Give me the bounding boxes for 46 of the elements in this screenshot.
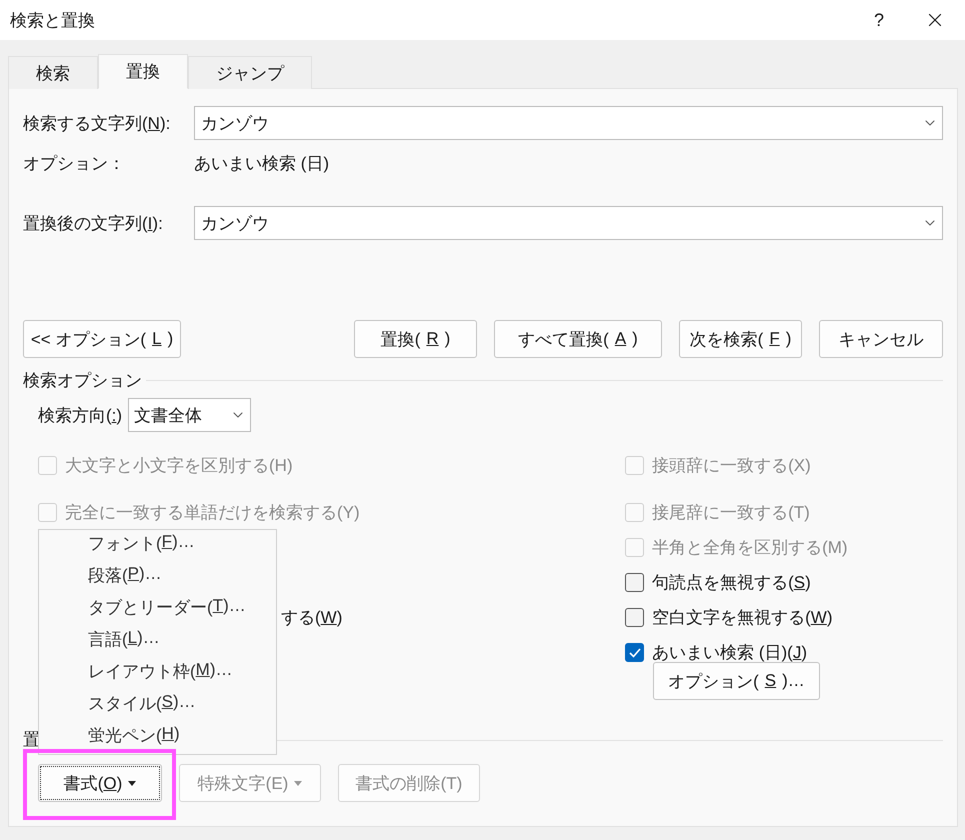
field-label: 検索する文字列(N): <box>23 112 172 134</box>
menu-item[interactable]: 段落(P)… <box>39 564 276 596</box>
help-button[interactable]: ? <box>853 10 905 30</box>
caret-icon <box>128 780 136 786</box>
menu-item[interactable]: 言語(L)… <box>39 628 276 660</box>
find-field[interactable]: カンゾウ <box>199 112 918 134</box>
section-title: 置 <box>23 730 40 750</box>
checkbox-label: 空白文字を無視する(W) <box>652 607 832 629</box>
direction-select[interactable]: 文書全体 <box>128 398 252 432</box>
checkbox-label: 句読点を無視する(S) <box>652 572 811 594</box>
checkmark-icon <box>628 648 641 658</box>
tab[interactable]: ジャンプ <box>188 56 312 89</box>
options-button[interactable]: オプション( S )… <box>653 662 820 700</box>
dialog-button[interactable]: キャンセル <box>819 320 943 358</box>
dialog-button[interactable]: 次を検索( F ) <box>679 320 802 358</box>
checkbox[interactable] <box>625 573 644 592</box>
dialog-button[interactable]: 置換( R ) <box>354 320 477 358</box>
checkbox-label: 半角と全角を区別する(M) <box>652 537 848 559</box>
options-value: あいまい検索 (日) <box>194 153 330 175</box>
format-button[interactable]: 書式(O) <box>38 764 162 802</box>
checkbox-label: 完全に一致する単語だけを検索する(Y) <box>65 502 360 524</box>
checkbox[interactable] <box>625 608 644 627</box>
checkbox-label: 大文字と小文字を区別する(H) <box>65 455 293 477</box>
checkbox-label: 接頭辞に一致する(X) <box>652 455 811 477</box>
combo-box[interactable]: カンゾウ <box>194 206 943 240</box>
menu-item[interactable]: 蛍光ペン(H) <box>39 724 276 756</box>
menu-item[interactable]: タブとリーダー(T)… <box>39 596 276 628</box>
checkbox[interactable] <box>625 643 644 662</box>
dialog-button[interactable]: すべて置換( A ) <box>494 320 662 358</box>
checkbox-label: あいまい検索 (日)(J) <box>652 642 807 664</box>
menu-item[interactable]: レイアウト枠(M)… <box>39 660 276 692</box>
field-label: 置換後の文字列(I): <box>23 212 164 234</box>
replace-field[interactable]: カンゾウ <box>199 212 918 234</box>
menu-item[interactable]: フォント(F)… <box>39 532 276 564</box>
dialog-button[interactable]: << オプション( L ) <box>23 320 181 358</box>
field-label: 検索方向(:) <box>38 404 122 426</box>
checkbox-label: する(W) <box>281 607 344 629</box>
caret-icon <box>294 780 302 786</box>
window-title: 検索と置換 <box>10 10 96 32</box>
tab[interactable]: 置換 <box>98 54 188 89</box>
tab[interactable]: 検索 <box>8 56 98 89</box>
section-title: 検索オプション <box>23 370 142 392</box>
field-label: オプション： <box>23 153 126 175</box>
checkbox-label: 接尾辞に一致する(T) <box>652 502 810 524</box>
combo-box[interactable]: カンゾウ <box>194 106 943 140</box>
menu-item[interactable]: スタイル(S)… <box>39 692 276 724</box>
